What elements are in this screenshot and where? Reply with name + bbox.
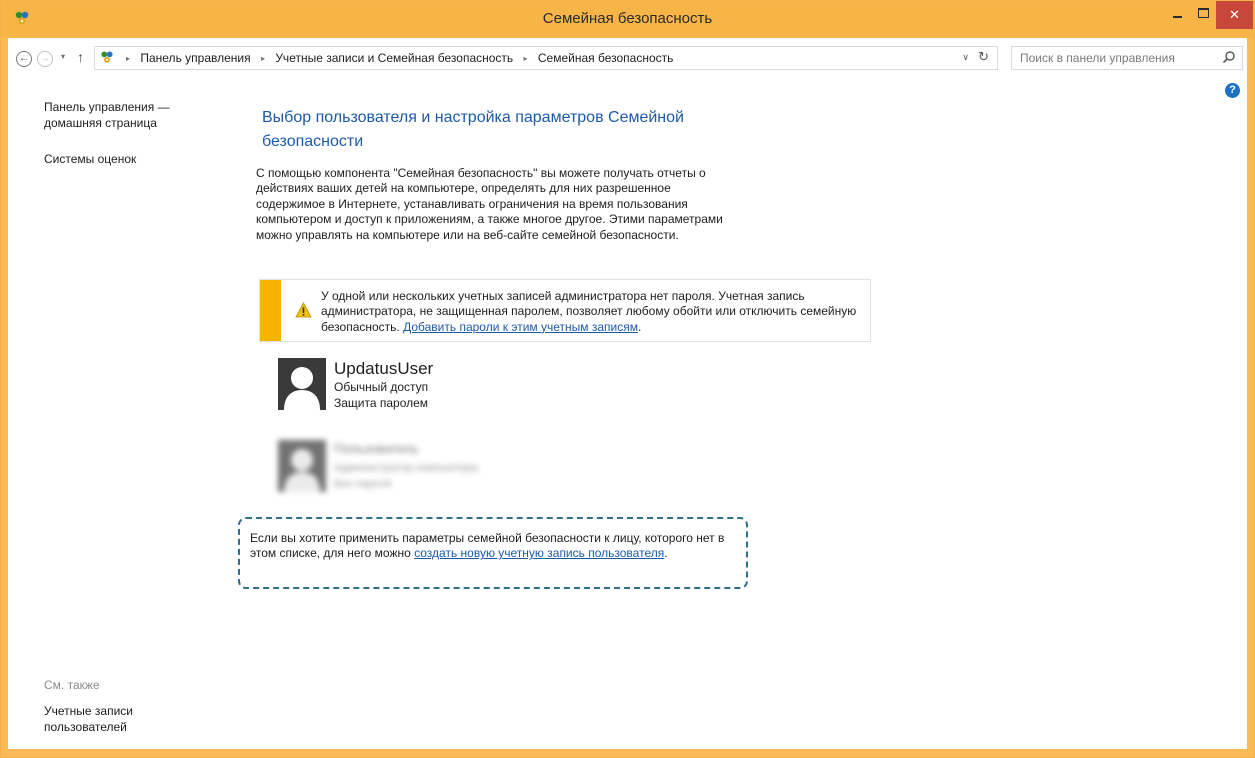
- warning-banner: У одной или нескольких учетных записей а…: [259, 279, 871, 342]
- breadcrumb-separator-icon: ▸: [126, 54, 131, 63]
- forward-arrow-icon: →: [40, 53, 50, 64]
- breadcrumb-item-family-safety[interactable]: Семейная безопасность: [538, 51, 674, 65]
- search-box[interactable]: Поиск в панели управления: [1011, 46, 1243, 70]
- breadcrumb-item-accounts[interactable]: Учетные записи и Семейная безопасность: [275, 51, 513, 65]
- page-description: С помощью компонента "Семейная безопасно…: [256, 166, 723, 242]
- navigation-bar: ← → ▾ ↑ ▸ Панель управления ▸ Учетные за…: [8, 38, 1247, 78]
- breadcrumb-item-control-panel[interactable]: Панель управления: [140, 51, 250, 65]
- create-account-link[interactable]: создать новую учетную запись пользовател…: [414, 546, 664, 560]
- user-account-updatususer[interactable]: UpdatusUser Обычный доступ Защита пароле…: [278, 358, 578, 418]
- recent-locations-dropdown[interactable]: ▾: [61, 52, 65, 61]
- breadcrumb-separator-icon[interactable]: ▸: [524, 54, 528, 63]
- breadcrumb: ▸ Панель управления ▸ Учетные записи и С…: [119, 51, 673, 65]
- help-icon[interactable]: ?: [1225, 83, 1240, 98]
- user-avatar-icon: [278, 440, 326, 492]
- title-bar: Семейная безопасность ✕: [1, 1, 1254, 38]
- close-icon: ✕: [1229, 7, 1240, 22]
- user-avatar-icon: [278, 358, 326, 410]
- breadcrumb-separator-icon[interactable]: ▸: [261, 54, 265, 63]
- warning-trailing: .: [637, 319, 642, 334]
- user-name: UpdatusUser: [334, 359, 434, 378]
- content-area: ? Панель управления — домашняя страница …: [8, 78, 1247, 749]
- minimize-button[interactable]: [1164, 1, 1190, 29]
- close-button[interactable]: ✕: [1216, 1, 1253, 29]
- back-arrow-icon: ←: [19, 53, 29, 64]
- see-also-label: См. также: [44, 678, 100, 692]
- create-account-hint: Если вы хотите применить параметры семей…: [238, 517, 748, 589]
- sidebar-link-ratings[interactable]: Системы оценок: [44, 151, 136, 167]
- address-bar[interactable]: ▸ Панель управления ▸ Учетные записи и С…: [94, 46, 998, 70]
- forward-button[interactable]: →: [37, 51, 53, 67]
- search-input[interactable]: Поиск в панели управления: [1020, 51, 1175, 65]
- warning-message: У одной или нескольких учетных записей а…: [321, 289, 861, 335]
- user-name: Пользователь: [334, 441, 419, 456]
- hint-trailing: .: [664, 546, 668, 561]
- hint-message: Если вы хотите применить параметры семей…: [250, 531, 740, 562]
- control-panel-icon: [101, 51, 113, 63]
- user-password-status: Без пароля: [334, 478, 392, 490]
- user-access-type: Администратор компьютера: [334, 462, 478, 474]
- warning-icon: [295, 302, 312, 318]
- maximize-button[interactable]: [1190, 1, 1216, 29]
- user-access-type: Обычный доступ: [334, 380, 429, 394]
- user-password-status: Защита паролем: [334, 396, 429, 410]
- sidebar-link-home[interactable]: Панель управления — домашняя страница: [44, 99, 194, 131]
- page-title: Выбор пользователя и настройка параметро…: [262, 109, 684, 150]
- search-icon[interactable]: [1222, 50, 1236, 64]
- window: Семейная безопасность ✕ ← → ▾ ↑ ▸ Панель…: [0, 0, 1255, 758]
- back-button[interactable]: ←: [16, 51, 32, 67]
- warning-strip: [260, 280, 281, 341]
- user-account-blurred[interactable]: Пользователь Администратор компьютера Бе…: [278, 440, 578, 500]
- sidebar-link-user-accounts[interactable]: Учетные записи пользователей: [44, 703, 164, 735]
- up-button[interactable]: ↑: [77, 49, 84, 65]
- window-title: Семейная безопасность: [542, 10, 713, 27]
- address-dropdown-icon[interactable]: ∨: [962, 52, 969, 63]
- add-passwords-link[interactable]: Добавить пароли к этим учетным записям: [403, 320, 638, 334]
- refresh-icon[interactable]: ↻: [978, 49, 989, 65]
